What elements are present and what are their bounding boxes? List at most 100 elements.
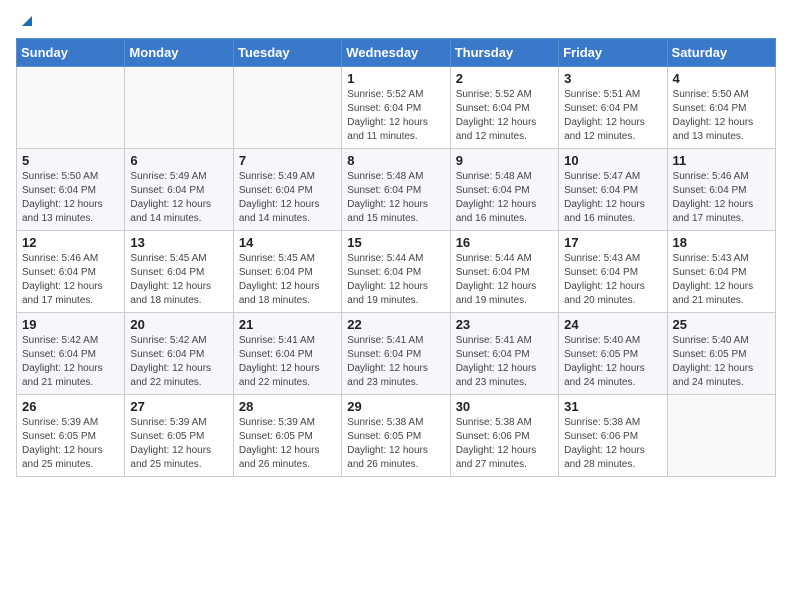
calendar-cell: 4 Sunrise: 5:50 AM Sunset: 6:04 PM Daylig… bbox=[667, 67, 775, 149]
day-number: 24 bbox=[564, 317, 661, 332]
calendar-week-row: 19 Sunrise: 5:42 AM Sunset: 6:04 PM Dayli… bbox=[17, 313, 776, 395]
calendar-cell: 30Sunrise: 5:38 AM Sunset: 6:06 PM Dayli… bbox=[450, 395, 558, 477]
calendar-cell: 5 Sunrise: 5:50 AM Sunset: 6:04 PM Daylig… bbox=[17, 149, 125, 231]
calendar-cell: 22Sunrise: 5:41 AM Sunset: 6:04 PM Dayli… bbox=[342, 313, 450, 395]
calendar-cell: 12 Sunrise: 5:46 AM Sunset: 6:04 PM Dayli… bbox=[17, 231, 125, 313]
calendar-table: SundayMondayTuesdayWednesdayThursdayFrid… bbox=[16, 38, 776, 477]
day-number: 12 bbox=[22, 235, 119, 250]
calendar-cell: 24 Sunrise: 5:40 AM Sunset: 6:05 PM Dayli… bbox=[559, 313, 667, 395]
day-number: 18 bbox=[673, 235, 770, 250]
logo bbox=[16, 16, 36, 26]
day-number: 13 bbox=[130, 235, 227, 250]
day-number: 6 bbox=[130, 153, 227, 168]
day-number: 1 bbox=[347, 71, 444, 86]
calendar-cell: 9Sunrise: 5:48 AM Sunset: 6:04 PM Daylig… bbox=[450, 149, 558, 231]
page-header bbox=[16, 16, 776, 26]
day-number: 31 bbox=[564, 399, 661, 414]
day-number: 9 bbox=[456, 153, 553, 168]
day-info: Sunrise: 5:42 AM Sunset: 6:04 PM Dayligh… bbox=[130, 334, 227, 390]
day-info: Sunrise: 5:40 AM Sunset: 6:05 PM Dayligh… bbox=[673, 334, 770, 390]
day-number: 11 bbox=[673, 153, 770, 168]
day-number: 8 bbox=[347, 153, 444, 168]
weekday-header: Sunday bbox=[17, 39, 125, 67]
day-info: Sunrise: 5:50 AM Sunset: 6:04 PM Dayligh… bbox=[673, 88, 770, 144]
day-number: 17 bbox=[564, 235, 661, 250]
day-number: 21 bbox=[239, 317, 336, 332]
day-number: 23 bbox=[456, 317, 553, 332]
day-number: 3 bbox=[564, 71, 661, 86]
day-info: Sunrise: 5:41 AM Sunset: 6:04 PM Dayligh… bbox=[456, 334, 553, 390]
day-number: 15 bbox=[347, 235, 444, 250]
calendar-cell: 17 Sunrise: 5:43 AM Sunset: 6:04 PM Dayli… bbox=[559, 231, 667, 313]
day-info: Sunrise: 5:41 AM Sunset: 6:04 PM Dayligh… bbox=[347, 334, 444, 390]
day-number: 4 bbox=[673, 71, 770, 86]
calendar-cell: 29 Sunrise: 5:38 AM Sunset: 6:05 PM Dayli… bbox=[342, 395, 450, 477]
day-number: 27 bbox=[130, 399, 227, 414]
calendar-cell: 23 Sunrise: 5:41 AM Sunset: 6:04 PM Dayli… bbox=[450, 313, 558, 395]
day-info: Sunrise: 5:43 AM Sunset: 6:04 PM Dayligh… bbox=[564, 252, 661, 308]
day-info: Sunrise: 5:48 AM Sunset: 6:04 PM Dayligh… bbox=[347, 170, 444, 226]
weekday-header: Saturday bbox=[667, 39, 775, 67]
calendar-cell bbox=[233, 67, 341, 149]
day-info: Sunrise: 5:47 AM Sunset: 6:04 PM Dayligh… bbox=[564, 170, 661, 226]
day-info: Sunrise: 5:41 AM Sunset: 6:04 PM Dayligh… bbox=[239, 334, 336, 390]
calendar-cell: 28Sunrise: 5:39 AM Sunset: 6:05 PM Dayli… bbox=[233, 395, 341, 477]
calendar-cell: 3 Sunrise: 5:51 AM Sunset: 6:04 PM Daylig… bbox=[559, 67, 667, 149]
day-number: 26 bbox=[22, 399, 119, 414]
weekday-header: Thursday bbox=[450, 39, 558, 67]
day-info: Sunrise: 5:39 AM Sunset: 6:05 PM Dayligh… bbox=[130, 416, 227, 472]
day-number: 10 bbox=[564, 153, 661, 168]
weekday-header: Friday bbox=[559, 39, 667, 67]
day-number: 19 bbox=[22, 317, 119, 332]
calendar-week-row: 1 Sunrise: 5:52 AM Sunset: 6:04 PM Daylig… bbox=[17, 67, 776, 149]
calendar-cell: 11 Sunrise: 5:46 AM Sunset: 6:04 PM Dayli… bbox=[667, 149, 775, 231]
calendar-cell: 20 Sunrise: 5:42 AM Sunset: 6:04 PM Dayli… bbox=[125, 313, 233, 395]
day-info: Sunrise: 5:44 AM Sunset: 6:04 PM Dayligh… bbox=[347, 252, 444, 308]
day-info: Sunrise: 5:51 AM Sunset: 6:04 PM Dayligh… bbox=[564, 88, 661, 144]
day-info: Sunrise: 5:38 AM Sunset: 6:06 PM Dayligh… bbox=[564, 416, 661, 472]
calendar-cell: 26 Sunrise: 5:39 AM Sunset: 6:05 PM Dayli… bbox=[17, 395, 125, 477]
weekday-header: Wednesday bbox=[342, 39, 450, 67]
day-info: Sunrise: 5:50 AM Sunset: 6:04 PM Dayligh… bbox=[22, 170, 119, 226]
calendar-cell: 31 Sunrise: 5:38 AM Sunset: 6:06 PM Dayli… bbox=[559, 395, 667, 477]
day-info: Sunrise: 5:46 AM Sunset: 6:04 PM Dayligh… bbox=[673, 170, 770, 226]
day-number: 16 bbox=[456, 235, 553, 250]
day-number: 7 bbox=[239, 153, 336, 168]
calendar-cell: 19 Sunrise: 5:42 AM Sunset: 6:04 PM Dayli… bbox=[17, 313, 125, 395]
day-number: 2 bbox=[456, 71, 553, 86]
day-info: Sunrise: 5:39 AM Sunset: 6:05 PM Dayligh… bbox=[239, 416, 336, 472]
day-info: Sunrise: 5:49 AM Sunset: 6:04 PM Dayligh… bbox=[130, 170, 227, 226]
calendar-header-row: SundayMondayTuesdayWednesdayThursdayFrid… bbox=[17, 39, 776, 67]
calendar-cell: 27 Sunrise: 5:39 AM Sunset: 6:05 PM Dayli… bbox=[125, 395, 233, 477]
day-info: Sunrise: 5:42 AM Sunset: 6:04 PM Dayligh… bbox=[22, 334, 119, 390]
calendar-cell: 13 Sunrise: 5:45 AM Sunset: 6:04 PM Dayli… bbox=[125, 231, 233, 313]
calendar-cell: 16Sunrise: 5:44 AM Sunset: 6:04 PM Dayli… bbox=[450, 231, 558, 313]
calendar-cell bbox=[125, 67, 233, 149]
day-info: Sunrise: 5:38 AM Sunset: 6:05 PM Dayligh… bbox=[347, 416, 444, 472]
day-info: Sunrise: 5:52 AM Sunset: 6:04 PM Dayligh… bbox=[456, 88, 553, 144]
calendar-cell: 7Sunrise: 5:49 AM Sunset: 6:04 PM Daylig… bbox=[233, 149, 341, 231]
calendar-cell: 8 Sunrise: 5:48 AM Sunset: 6:04 PM Daylig… bbox=[342, 149, 450, 231]
day-info: Sunrise: 5:46 AM Sunset: 6:04 PM Dayligh… bbox=[22, 252, 119, 308]
calendar-week-row: 5 Sunrise: 5:50 AM Sunset: 6:04 PM Daylig… bbox=[17, 149, 776, 231]
day-info: Sunrise: 5:40 AM Sunset: 6:05 PM Dayligh… bbox=[564, 334, 661, 390]
day-number: 5 bbox=[22, 153, 119, 168]
day-number: 25 bbox=[673, 317, 770, 332]
calendar-cell: 25 Sunrise: 5:40 AM Sunset: 6:05 PM Dayli… bbox=[667, 313, 775, 395]
day-info: Sunrise: 5:45 AM Sunset: 6:04 PM Dayligh… bbox=[130, 252, 227, 308]
calendar-cell: 14 Sunrise: 5:45 AM Sunset: 6:04 PM Dayli… bbox=[233, 231, 341, 313]
weekday-header: Monday bbox=[125, 39, 233, 67]
day-info: Sunrise: 5:43 AM Sunset: 6:04 PM Dayligh… bbox=[673, 252, 770, 308]
day-number: 14 bbox=[239, 235, 336, 250]
logo-arrow-icon bbox=[18, 12, 36, 30]
day-info: Sunrise: 5:39 AM Sunset: 6:05 PM Dayligh… bbox=[22, 416, 119, 472]
day-info: Sunrise: 5:45 AM Sunset: 6:04 PM Dayligh… bbox=[239, 252, 336, 308]
calendar-cell bbox=[667, 395, 775, 477]
day-number: 20 bbox=[130, 317, 227, 332]
day-number: 29 bbox=[347, 399, 444, 414]
calendar-cell: 10 Sunrise: 5:47 AM Sunset: 6:04 PM Dayli… bbox=[559, 149, 667, 231]
calendar-cell: 6 Sunrise: 5:49 AM Sunset: 6:04 PM Daylig… bbox=[125, 149, 233, 231]
calendar-week-row: 12 Sunrise: 5:46 AM Sunset: 6:04 PM Dayli… bbox=[17, 231, 776, 313]
day-info: Sunrise: 5:52 AM Sunset: 6:04 PM Dayligh… bbox=[347, 88, 444, 144]
weekday-header: Tuesday bbox=[233, 39, 341, 67]
